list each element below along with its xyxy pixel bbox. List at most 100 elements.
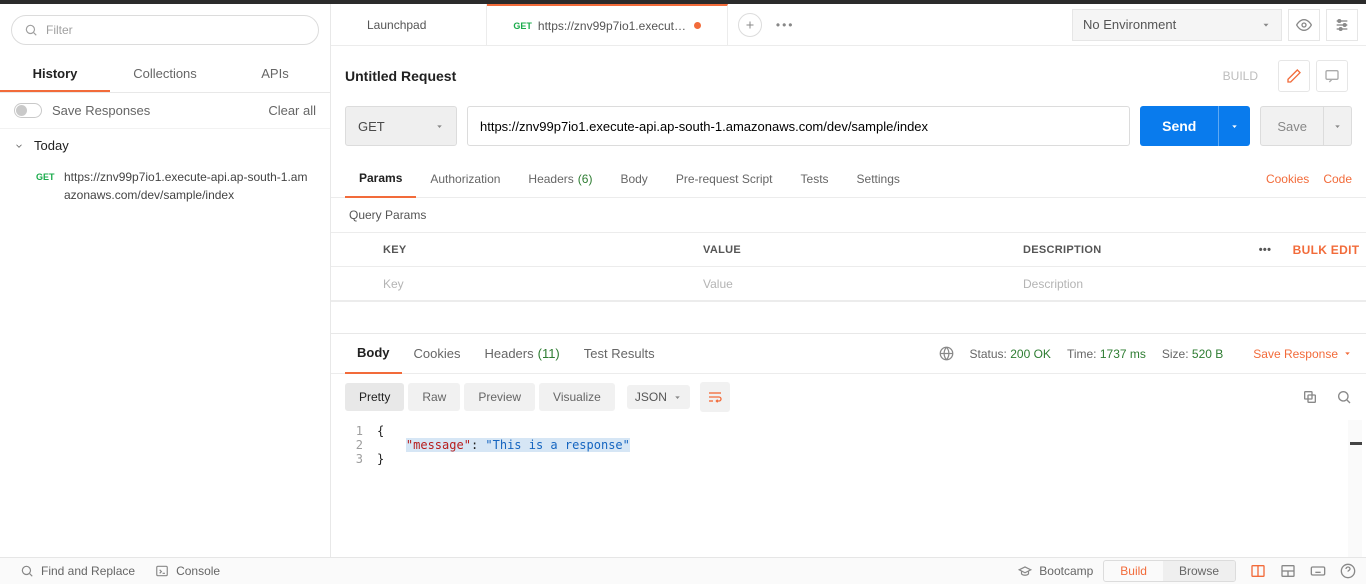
caret-down-icon: [1230, 122, 1239, 131]
build-label: BUILD: [1223, 69, 1258, 83]
tab-active-label: https://znv99p7io1.execute-api....: [538, 19, 688, 33]
env-quicklook-button[interactable]: [1288, 9, 1320, 41]
resp-tab-body[interactable]: Body: [345, 334, 402, 374]
content: Launchpad GET https://znv99p7io1.execute…: [331, 4, 1366, 557]
environment-label: No Environment: [1083, 17, 1176, 32]
param-key-input[interactable]: [383, 277, 691, 291]
query-params-title: Query Params: [331, 198, 1366, 232]
resp-tab-cookies[interactable]: Cookies: [402, 334, 473, 374]
search-icon: [24, 23, 38, 37]
mode-build[interactable]: Build: [1104, 561, 1163, 581]
save-button[interactable]: Save: [1260, 106, 1324, 146]
search-icon: [20, 564, 34, 578]
cookies-link[interactable]: Cookies: [1266, 172, 1309, 186]
req-tab-params[interactable]: Params: [345, 160, 416, 198]
sliders-icon: [1334, 17, 1350, 33]
add-tab-button[interactable]: [738, 13, 762, 37]
param-value-input[interactable]: [703, 277, 1011, 291]
save-dropdown[interactable]: [1324, 106, 1352, 146]
sidebar-tab-history[interactable]: History: [0, 56, 110, 92]
req-tab-body[interactable]: Body: [606, 160, 661, 198]
url-input[interactable]: [467, 106, 1130, 146]
request-title[interactable]: Untitled Request: [345, 68, 1223, 84]
layout-icon[interactable]: [1280, 563, 1296, 579]
mode-browse[interactable]: Browse: [1163, 561, 1235, 581]
req-headers-count: (6): [578, 172, 593, 186]
col-key: KEY: [371, 233, 691, 267]
help-icon[interactable]: [1340, 563, 1356, 579]
format-select[interactable]: JSON: [627, 385, 690, 409]
console-button[interactable]: Console: [145, 558, 230, 584]
view-raw[interactable]: Raw: [408, 383, 460, 411]
params-table: KEY VALUE DESCRIPTION ••• Bulk Edit: [331, 232, 1366, 302]
resp-tab-test-results[interactable]: Test Results: [572, 334, 667, 374]
send-button[interactable]: Send: [1140, 106, 1218, 146]
col-more[interactable]: •••: [1244, 233, 1286, 267]
bulk-edit-link[interactable]: Bulk Edit: [1293, 243, 1360, 257]
view-preview[interactable]: Preview: [464, 383, 535, 411]
save-responses-label: Save Responses: [52, 103, 268, 118]
notes-button[interactable]: [1316, 60, 1348, 92]
line-number: 2: [331, 438, 377, 452]
environment-select[interactable]: No Environment: [1072, 9, 1282, 41]
req-tab-tests[interactable]: Tests: [787, 160, 843, 198]
caret-down-icon: [1333, 122, 1342, 131]
sidebar-tab-collections[interactable]: Collections: [110, 56, 220, 92]
chevron-down-icon: [14, 141, 24, 151]
clear-all-link[interactable]: Clear all: [268, 103, 316, 118]
caret-down-icon: [1261, 20, 1271, 30]
size-label: Size:: [1162, 347, 1189, 361]
keyboard-icon[interactable]: [1310, 563, 1326, 579]
env-settings-button[interactable]: [1326, 9, 1358, 41]
json-colon: :: [471, 438, 485, 452]
status-value: 200 OK: [1010, 347, 1051, 361]
find-replace-button[interactable]: Find and Replace: [10, 558, 145, 584]
bootcamp-button[interactable]: Bootcamp: [1008, 558, 1103, 584]
comment-button[interactable]: [1278, 60, 1310, 92]
code-text: {: [377, 424, 384, 438]
send-dropdown[interactable]: [1218, 106, 1250, 146]
method-select[interactable]: GET: [345, 106, 457, 146]
history-group-today[interactable]: Today: [0, 129, 330, 162]
time-value: 1737 ms: [1100, 347, 1146, 361]
filter-input[interactable]: [46, 23, 306, 37]
save-responses-toggle[interactable]: [14, 103, 42, 118]
req-tab-settings[interactable]: Settings: [843, 160, 914, 198]
req-tab-authorization[interactable]: Authorization: [416, 160, 514, 198]
resp-tab-headers[interactable]: Headers(11): [472, 334, 571, 374]
history-item[interactable]: GET https://znv99p7io1.execute-api.ap-so…: [0, 162, 330, 210]
line-number: 3: [331, 452, 377, 466]
json-key: "message": [406, 438, 471, 452]
code-text: }: [377, 452, 384, 466]
search-response-icon[interactable]: [1336, 389, 1352, 405]
col-value: VALUE: [691, 233, 1011, 267]
tab-more-button[interactable]: •••: [772, 18, 799, 32]
view-visualize[interactable]: Visualize: [539, 383, 615, 411]
caret-down-icon: [673, 393, 682, 402]
save-response-button[interactable]: Save Response: [1253, 347, 1352, 361]
resp-tab-headers-label: Headers: [484, 346, 533, 361]
copy-icon[interactable]: [1302, 389, 1318, 405]
terminal-icon: [155, 564, 169, 578]
req-tab-prerequest[interactable]: Pre-request Script: [662, 160, 787, 198]
minimap[interactable]: [1348, 420, 1362, 557]
view-pretty[interactable]: Pretty: [345, 383, 404, 411]
save-response-label: Save Response: [1253, 347, 1338, 361]
history-url: https://znv99p7io1.execute-api.ap-south-…: [64, 168, 314, 204]
two-pane-icon[interactable]: [1250, 563, 1266, 579]
tab-request-active[interactable]: GET https://znv99p7io1.execute-api....: [487, 4, 728, 46]
status-label: Status:: [970, 347, 1007, 361]
tab-launchpad[interactable]: Launchpad: [345, 4, 487, 46]
sidebar-tab-apis[interactable]: APIs: [220, 56, 330, 92]
globe-icon[interactable]: [939, 346, 954, 361]
caret-down-icon: [1343, 349, 1352, 358]
response-body[interactable]: 1{ 2 "message": "This is a response" 3}: [331, 420, 1366, 557]
req-tab-headers[interactable]: Headers(6): [514, 160, 606, 198]
code-link[interactable]: Code: [1323, 172, 1352, 186]
json-value: "This is a response": [485, 438, 630, 452]
wrap-lines-button[interactable]: [700, 382, 730, 412]
find-replace-label: Find and Replace: [41, 564, 135, 578]
param-desc-input[interactable]: [1023, 277, 1244, 291]
wrap-icon: [707, 389, 723, 405]
col-description: DESCRIPTION: [1011, 233, 1244, 267]
